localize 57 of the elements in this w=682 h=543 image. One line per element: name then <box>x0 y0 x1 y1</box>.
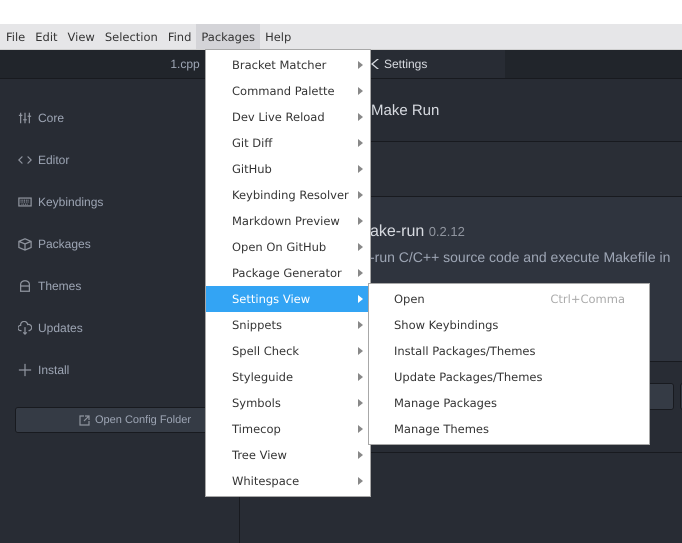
submenu-arrow-icon <box>358 373 363 381</box>
menu-item[interactable]: Git Diff <box>206 130 370 156</box>
menu-bar-item[interactable]: Packages <box>196 24 260 49</box>
submenu-arrow-icon <box>358 87 363 95</box>
submenu-arrow-icon <box>358 321 363 329</box>
submenu-arrow-icon <box>358 61 363 69</box>
menu-item[interactable]: Open Ctrl+Comma <box>369 286 649 312</box>
submenu-arrow-icon <box>358 425 363 433</box>
menu-bar-item[interactable]: View <box>62 24 100 49</box>
menu-item[interactable]: Bracket Matcher <box>206 52 370 78</box>
menu-item[interactable]: Styleguide <box>206 364 370 390</box>
menu-bar-item[interactable]: Find <box>162 24 196 49</box>
plus-icon <box>18 363 32 377</box>
menu-bar-item[interactable]: Selection <box>100 24 163 49</box>
menu-item[interactable]: Tree View <box>206 442 370 468</box>
box-icon <box>18 237 32 251</box>
sliders-icon <box>18 111 32 125</box>
menu-bar-item[interactable]: Help <box>260 24 296 49</box>
menu-item[interactable]: Whitespace <box>206 468 370 494</box>
editor-tab[interactable]: Settings <box>370 50 505 78</box>
menu-bar-item[interactable]: Edit <box>30 24 63 49</box>
keyboard-icon <box>18 195 32 209</box>
menu-item[interactable]: Markdown Preview <box>206 208 370 234</box>
menu-item[interactable]: Command Palette <box>206 78 370 104</box>
menu-item[interactable]: Show Keybindings <box>369 312 649 338</box>
submenu-arrow-icon <box>358 113 363 121</box>
menu-item[interactable]: Snippets <box>206 312 370 338</box>
submenu-arrow-icon <box>358 269 363 277</box>
submenu-arrow-icon <box>358 347 363 355</box>
menu-item[interactable]: Manage Packages <box>369 390 649 416</box>
menu-item[interactable]: Manage Themes <box>369 416 649 442</box>
menu-item[interactable]: Open On GitHub <box>206 234 370 260</box>
submenu-arrow-icon <box>358 243 363 251</box>
shortcut-label: Ctrl+Comma <box>550 292 625 306</box>
menu-item[interactable]: Update Packages/Themes <box>369 364 649 390</box>
menu-item[interactable]: Spell Check <box>206 338 370 364</box>
submenu-arrow-icon <box>358 217 363 225</box>
bucket-icon <box>18 279 32 293</box>
external-link-icon <box>79 414 90 426</box>
package-name: ake-run <box>370 223 424 240</box>
submenu-arrow-icon <box>358 477 363 485</box>
package-description: -run C/C++ source code and execute Makefile in <box>370 249 672 265</box>
menu-item[interactable]: GitHub <box>206 156 370 182</box>
package-title: Make Run <box>371 102 440 118</box>
submenu-arrow-icon <box>358 165 363 173</box>
submenu-arrow-icon <box>358 139 363 147</box>
submenu-arrow-icon <box>358 451 363 459</box>
package-version: 0.2.12 <box>428 224 465 239</box>
submenu-arrow-icon <box>358 399 363 407</box>
menu-bar-item[interactable]: File <box>1 24 30 49</box>
submenu-arrow-icon <box>358 191 363 199</box>
submenu-arrow-icon <box>358 295 363 303</box>
menu-item[interactable]: Install Packages/Themes <box>369 338 649 364</box>
menu-item[interactable]: Dev Live Reload <box>206 104 370 130</box>
menu-item[interactable]: Package Generator <box>206 260 370 286</box>
cloud-download-icon <box>18 321 32 335</box>
menu-item[interactable]: Keybinding Resolver <box>206 182 370 208</box>
